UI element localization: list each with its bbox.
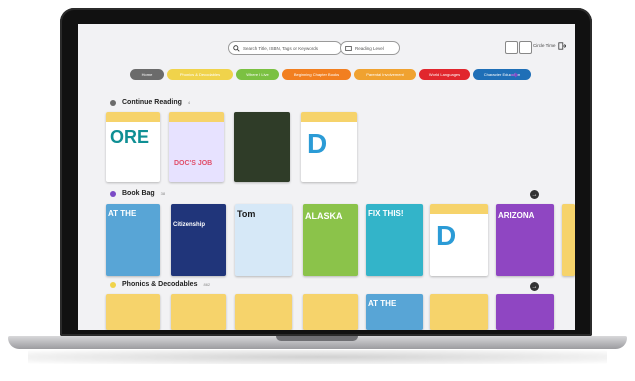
book-bag-next-button[interactable]: → bbox=[530, 190, 539, 199]
book-cover-phonics-4[interactable] bbox=[303, 294, 358, 330]
book-banner bbox=[430, 204, 488, 214]
search-input[interactable]: Search Title, ISBN, Tags or Keywords bbox=[228, 41, 342, 55]
book-cover-partial[interactable] bbox=[562, 204, 575, 276]
book-title: Tom bbox=[237, 209, 256, 219]
book-cover-bear[interactable] bbox=[234, 112, 290, 182]
book-cover-d-2[interactable]: D bbox=[430, 204, 488, 276]
book-title: AT THE bbox=[108, 209, 137, 218]
book-cover-alaska[interactable]: ALASKA bbox=[303, 204, 358, 276]
book-title: FIX THIS! bbox=[368, 209, 404, 218]
chip-where-i-live[interactable]: Where I Live bbox=[236, 69, 279, 80]
book-banner bbox=[169, 112, 224, 122]
book-cover-phonics-1[interactable] bbox=[106, 294, 160, 330]
category-chips: Home Phonics & Decodables Where I Live B… bbox=[130, 69, 531, 80]
book-cover-phonics-3[interactable] bbox=[235, 294, 292, 330]
book-title: D bbox=[307, 128, 328, 159]
book-title: AT THE bbox=[368, 299, 397, 308]
book-title: ARIZONA bbox=[498, 211, 535, 220]
section-count: 4 bbox=[187, 100, 191, 105]
app-screen: Search Title, ISBN, Tags or Keywords Rea… bbox=[78, 24, 575, 330]
filter-icon[interactable] bbox=[505, 41, 518, 54]
book-cover-phonics-2[interactable] bbox=[171, 294, 226, 330]
phonics-icon bbox=[110, 281, 116, 288]
section-continue-reading: Continue Reading 4 bbox=[110, 99, 190, 106]
section-title: Continue Reading bbox=[122, 99, 182, 106]
book-cover-at-the[interactable]: AT THE bbox=[106, 204, 160, 276]
laptop-hinge bbox=[276, 336, 358, 341]
chip-beginning-chapter-books[interactable]: Beginning Chapter Books bbox=[282, 69, 351, 80]
section-count: 862 bbox=[203, 282, 211, 287]
circle-time-label[interactable]: Circle Time bbox=[533, 43, 556, 48]
top-bar: Search Title, ISBN, Tags or Keywords Rea… bbox=[78, 36, 575, 56]
reading-level-icon bbox=[345, 45, 352, 51]
book-cover-citizenship[interactable]: Citizenship bbox=[171, 204, 226, 276]
chip-world-languages[interactable]: World Languages bbox=[419, 69, 470, 80]
book-banner bbox=[106, 112, 160, 122]
search-icon bbox=[233, 44, 240, 52]
book-cover-docs-job[interactable]: DOC'S JOB bbox=[169, 112, 224, 182]
reading-level-label: Reading Level bbox=[355, 45, 384, 51]
book-cover-ore[interactable]: ORE bbox=[106, 112, 160, 182]
logout-icon[interactable] bbox=[558, 42, 566, 50]
section-title: Book Bag bbox=[122, 190, 155, 197]
section-title: Phonics & Decodables bbox=[122, 281, 198, 288]
book-cover-phonics-6[interactable] bbox=[430, 294, 488, 330]
book-title: ALASKA bbox=[305, 211, 343, 221]
book-cover-tom[interactable]: Tom bbox=[235, 204, 292, 276]
chip-character-education[interactable]: Character Education bbox=[473, 69, 531, 80]
book-title: ORE bbox=[110, 127, 150, 147]
chip-home[interactable]: Home bbox=[130, 69, 164, 80]
reading-level-button[interactable]: Reading Level bbox=[340, 41, 400, 55]
book-cover-arizona[interactable]: ARIZONA bbox=[496, 204, 554, 276]
book-title: Citizenship bbox=[173, 222, 206, 228]
book-cover-phonics-5[interactable]: AT THE bbox=[366, 294, 423, 330]
book-cover-fix-this[interactable]: FIX THIS! bbox=[366, 204, 423, 276]
book-title: D bbox=[436, 220, 457, 251]
search-placeholder: Search Title, ISBN, Tags or Keywords bbox=[243, 45, 318, 51]
bookmark-icon[interactable] bbox=[519, 41, 532, 54]
book-banner bbox=[301, 112, 357, 122]
phonics-next-button[interactable]: → bbox=[530, 282, 539, 291]
chips-scroll-arrow[interactable] bbox=[508, 69, 520, 81]
book-cover-d[interactable]: D bbox=[301, 112, 357, 182]
chip-parental-involvement[interactable]: Parental Involvement bbox=[354, 69, 416, 80]
book-bag-icon bbox=[110, 190, 116, 197]
laptop-shadow bbox=[28, 350, 607, 364]
continue-reading-icon bbox=[110, 99, 116, 106]
section-phonics: Phonics & Decodables 862 bbox=[110, 281, 210, 288]
book-title: DOC'S JOB bbox=[174, 160, 213, 167]
section-book-bag: Book Bag 38 bbox=[110, 190, 165, 197]
section-count: 38 bbox=[160, 191, 166, 196]
chip-phonics[interactable]: Phonics & Decodables bbox=[167, 69, 233, 80]
book-cover-phonics-7[interactable] bbox=[496, 294, 554, 330]
